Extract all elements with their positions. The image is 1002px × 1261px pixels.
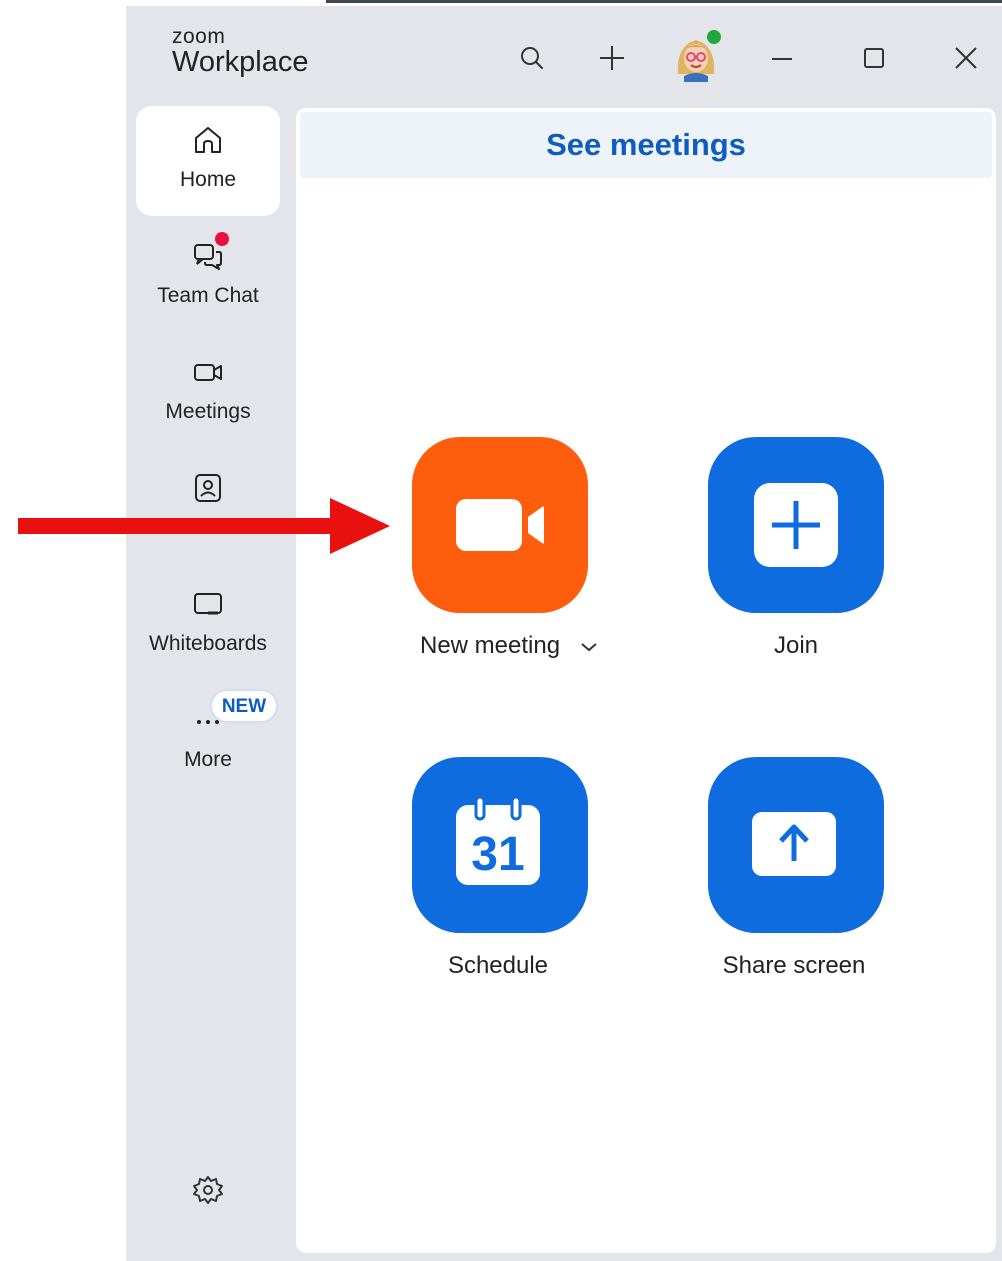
video-camera-icon bbox=[456, 499, 544, 551]
sidebar-item-whiteboards[interactable]: Whiteboards bbox=[136, 570, 280, 680]
join-button[interactable] bbox=[708, 437, 884, 613]
main-panel: See meetings bbox=[296, 108, 996, 1253]
share-screen-label[interactable]: Share screen bbox=[708, 952, 880, 980]
calendar-icon: 31 bbox=[456, 795, 540, 885]
sidebar-item-label: Whiteboards bbox=[149, 632, 267, 655]
new-meeting-button[interactable] bbox=[412, 437, 588, 613]
see-meetings-banner[interactable]: See meetings bbox=[300, 112, 992, 178]
share-up-arrow-icon bbox=[752, 812, 836, 876]
share-screen-button[interactable] bbox=[708, 757, 884, 933]
sidebar-item-team-chat[interactable]: Team Chat bbox=[136, 222, 280, 332]
plus-icon[interactable] bbox=[594, 40, 630, 76]
notification-dot bbox=[215, 232, 229, 246]
brand-zoom-text: zoom bbox=[172, 25, 226, 48]
minimize-icon[interactable] bbox=[764, 40, 800, 76]
brand-workplace-text: Workplace bbox=[172, 46, 309, 78]
new-badge: NEW bbox=[210, 689, 278, 723]
join-label[interactable]: Join bbox=[708, 632, 884, 660]
video-camera-icon bbox=[190, 354, 226, 390]
maximize-icon[interactable] bbox=[856, 40, 892, 76]
window-top-edge bbox=[326, 0, 1002, 3]
whiteboard-icon bbox=[190, 586, 226, 622]
gear-icon[interactable] bbox=[190, 1172, 226, 1208]
home-icon bbox=[190, 122, 226, 158]
sidebar-item-home[interactable]: Home bbox=[136, 106, 280, 216]
online-status-dot bbox=[705, 28, 723, 46]
sidebar-item-label: Home bbox=[179, 168, 237, 191]
chevron-down-icon[interactable] bbox=[577, 635, 601, 659]
search-icon[interactable] bbox=[514, 40, 550, 76]
sidebar-item-label: More bbox=[184, 748, 232, 771]
brand-logo: zoom Workplace bbox=[172, 26, 308, 77]
plus-icon bbox=[754, 483, 838, 567]
schedule-button[interactable]: 31 bbox=[412, 757, 588, 933]
sidebar-item-label: Meetings bbox=[165, 400, 251, 423]
schedule-label[interactable]: Schedule bbox=[412, 952, 584, 980]
sidebar-item-label: Team Chat bbox=[157, 284, 259, 307]
avatar[interactable] bbox=[670, 28, 723, 82]
annotation-arrow bbox=[18, 498, 390, 554]
sidebar-item-meetings[interactable]: Meetings bbox=[136, 338, 280, 448]
chat-icon bbox=[190, 232, 229, 274]
calendar-day: 31 bbox=[471, 828, 524, 881]
close-icon[interactable] bbox=[948, 40, 984, 76]
new-meeting-text: New meeting bbox=[420, 632, 561, 659]
new-meeting-label[interactable]: New meeting bbox=[420, 632, 601, 660]
